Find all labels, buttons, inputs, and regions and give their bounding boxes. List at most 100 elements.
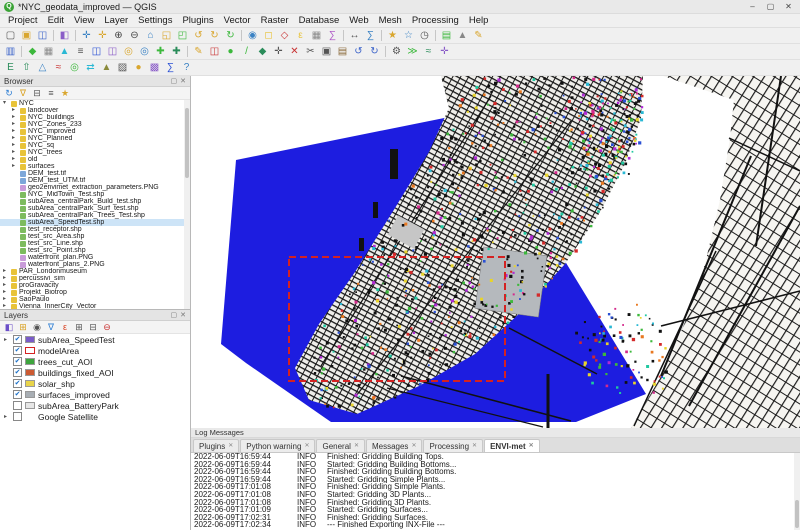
georeferencer-icon[interactable]: ✛ — [437, 45, 452, 59]
paste-features-icon[interactable]: ▤ — [335, 45, 350, 59]
layer-checkbox[interactable]: ✔ — [13, 379, 22, 388]
menu-layer[interactable]: Layer — [99, 15, 133, 26]
add-wms-layer-icon[interactable]: ◎ — [121, 45, 136, 59]
close-layers-panel-button[interactable]: ✕ — [180, 310, 186, 320]
browser-item-subarea-centralpark-build-test-shp[interactable]: subArea_centralPark_Build_test.shp — [0, 198, 190, 205]
browser-item-test-receptor-shp[interactable]: test_receptor.shp — [0, 226, 190, 233]
measure-line-icon[interactable]: ↔ — [347, 29, 362, 43]
envimet-inx-export-icon[interactable]: ⇧ — [19, 61, 34, 75]
new-map-view-icon[interactable]: ▤ — [439, 29, 454, 43]
browser-item-waterfront-plans-2-png[interactable]: waterfront_plans_2.PNG — [0, 261, 190, 268]
collapse-all-layers-icon[interactable]: ⊟ — [87, 322, 99, 333]
zoom-to-selection-icon[interactable]: ◱ — [159, 29, 174, 43]
zoom-full-icon[interactable]: ⌂ — [143, 29, 158, 43]
style-manager-icon[interactable]: ◧ — [57, 29, 72, 43]
browser-item-waterfront-plan-png[interactable]: waterfront_plan.PNG — [0, 254, 190, 261]
add-line-feature-icon[interactable]: / — [239, 45, 254, 59]
expander-icon[interactable]: ▸ — [12, 107, 18, 114]
layer-checkbox[interactable]: ✔ — [13, 357, 22, 366]
close-tab-icon[interactable]: ✕ — [411, 440, 416, 453]
dsm-tools-icon[interactable]: ▲ — [99, 61, 114, 75]
qfield-sync-icon[interactable]: ⇄ — [83, 61, 98, 75]
menu-settings[interactable]: Settings — [133, 15, 177, 26]
undo-icon[interactable]: ↺ — [351, 45, 366, 59]
layer-item-subarea-batterypark[interactable]: subArea_BatteryPark — [0, 400, 190, 411]
menu-mesh[interactable]: Mesh — [374, 15, 407, 26]
expander-icon[interactable]: ▸ — [12, 149, 18, 156]
browser-item-old[interactable]: ▸old — [0, 156, 190, 163]
layer-checkbox[interactable]: ✔ — [13, 390, 22, 399]
browser-item-projekt-biotrop[interactable]: ▸Projekt_Biotrop — [0, 289, 190, 296]
expand-all-icon[interactable]: ⊞ — [73, 322, 85, 333]
expander-icon[interactable]: ▸ — [12, 114, 18, 121]
browser-item-dem-test-utm-tif[interactable]: DEM_test_UTM.tif — [0, 177, 190, 184]
select-by-expression-icon[interactable]: ε — [293, 29, 308, 43]
layer-checkbox[interactable]: ✔ — [13, 335, 22, 344]
identify-features-icon[interactable]: ◉ — [245, 29, 260, 43]
minimize-button[interactable]: – — [745, 2, 760, 11]
browser-item-nyc[interactable]: ▾NYC — [0, 100, 190, 107]
refresh-browser-icon[interactable]: ↻ — [3, 88, 15, 99]
browser-item-percussivi-sim[interactable]: ▸percussivi_sim — [0, 275, 190, 282]
add-point-feature-icon[interactable]: ● — [223, 45, 238, 59]
manage-map-themes-icon[interactable]: ◉ — [31, 322, 43, 333]
zoom-in-icon[interactable]: ⊕ — [111, 29, 126, 43]
lastools-icon[interactable]: ▨ — [115, 61, 130, 75]
favorites-icon[interactable]: ★ — [59, 88, 71, 99]
refresh-map-icon[interactable]: ↻ — [223, 29, 238, 43]
save-project-icon[interactable]: ◫ — [35, 29, 50, 43]
new-bookmark-icon[interactable]: ★ — [385, 29, 400, 43]
add-polygon-feature-icon[interactable]: ◆ — [255, 45, 270, 59]
grass-tools-icon[interactable]: ≈ — [421, 45, 436, 59]
open-project-icon[interactable]: ▣ — [19, 29, 34, 43]
add-raster-layer-icon[interactable]: ▦ — [41, 45, 56, 59]
layer-item-buildings-fixed-aoi[interactable]: ✔buildings_fixed_AOI — [0, 367, 190, 378]
filter-legend-icon[interactable]: ∇ — [45, 322, 57, 333]
expander-icon[interactable]: ▸ — [12, 135, 18, 142]
browser-item-test-src-area-shp[interactable]: test_src_Area.shp — [0, 233, 190, 240]
geo2envimet-plugin-icon[interactable]: E — [3, 61, 18, 75]
menu-raster[interactable]: Raster — [256, 15, 294, 26]
expander-icon[interactable]: ▸ — [12, 142, 18, 149]
browser-scrollbar[interactable] — [184, 100, 190, 309]
deselect-features-icon[interactable]: ◇ — [277, 29, 292, 43]
profile-tool-icon[interactable]: ≈ — [51, 61, 66, 75]
menu-database[interactable]: Database — [294, 15, 345, 26]
layer-item-google-satellite[interactable]: ▸Google Satellite — [0, 411, 190, 422]
browser-item-dem-test-tif[interactable]: DEM_test.tif — [0, 170, 190, 177]
zoom-last-icon[interactable]: ↺ — [191, 29, 206, 43]
menu-help[interactable]: Help — [464, 15, 494, 26]
layer-checkbox[interactable]: ✔ — [13, 368, 22, 377]
menu-edit[interactable]: Edit — [43, 15, 69, 26]
new-3d-map-view-icon[interactable]: ▲ — [455, 29, 470, 43]
filter-browser-icon[interactable]: ∇ — [17, 88, 29, 99]
layer-item-modelarea[interactable]: ✔modelArea — [0, 345, 190, 356]
expander-icon[interactable]: ▸ — [12, 121, 18, 128]
browser-item-progravacity[interactable]: ▸proGravacity — [0, 282, 190, 289]
expander-icon[interactable]: ▾ — [3, 100, 9, 107]
remove-layer-icon[interactable]: ⊖ — [101, 322, 113, 333]
browser-item-subarea-centralpark-trees-test-shp[interactable]: subArea_centralPark_Trees_Test.shp — [0, 212, 190, 219]
menu-project[interactable]: Project — [3, 15, 43, 26]
cut-features-icon[interactable]: ✂ — [303, 45, 318, 59]
temporal-controller-icon[interactable]: ◷ — [417, 29, 432, 43]
log-tab-messages[interactable]: Messages✕ — [366, 439, 423, 452]
browser-item-nyc-midtown-test-shp[interactable]: NYC_MidTown_Test.shp — [0, 191, 190, 198]
browser-item-nyc-improved[interactable]: ▸NYC_improved — [0, 128, 190, 135]
expander-icon[interactable]: ▸ — [4, 336, 10, 343]
close-tab-icon[interactable]: ✕ — [304, 440, 309, 453]
browser-item-geo2envimet-extraction-parameters-png[interactable]: geo2envimet_extraction_parameters.PNG — [0, 184, 190, 191]
select-features-icon[interactable]: ◻ — [261, 29, 276, 43]
log-tab-general[interactable]: General✕ — [316, 439, 365, 452]
save-layer-edits-icon[interactable]: ◫ — [207, 45, 222, 59]
browser-item-landcover[interactable]: ▸landcover — [0, 107, 190, 114]
close-tab-icon[interactable]: ✕ — [472, 440, 477, 453]
expander-icon[interactable]: ▸ — [3, 275, 9, 282]
menu-vector[interactable]: Vector — [219, 15, 256, 26]
map-tips-icon[interactable]: ✎ — [471, 29, 486, 43]
add-group-icon[interactable]: ⊞ — [17, 322, 29, 333]
show-bookmarks-icon[interactable]: ☆ — [401, 29, 416, 43]
layer-checkbox[interactable] — [13, 401, 22, 410]
menu-plugins[interactable]: Plugins — [177, 15, 218, 26]
browser-item-nyc-trees[interactable]: ▸NYC_trees — [0, 149, 190, 156]
